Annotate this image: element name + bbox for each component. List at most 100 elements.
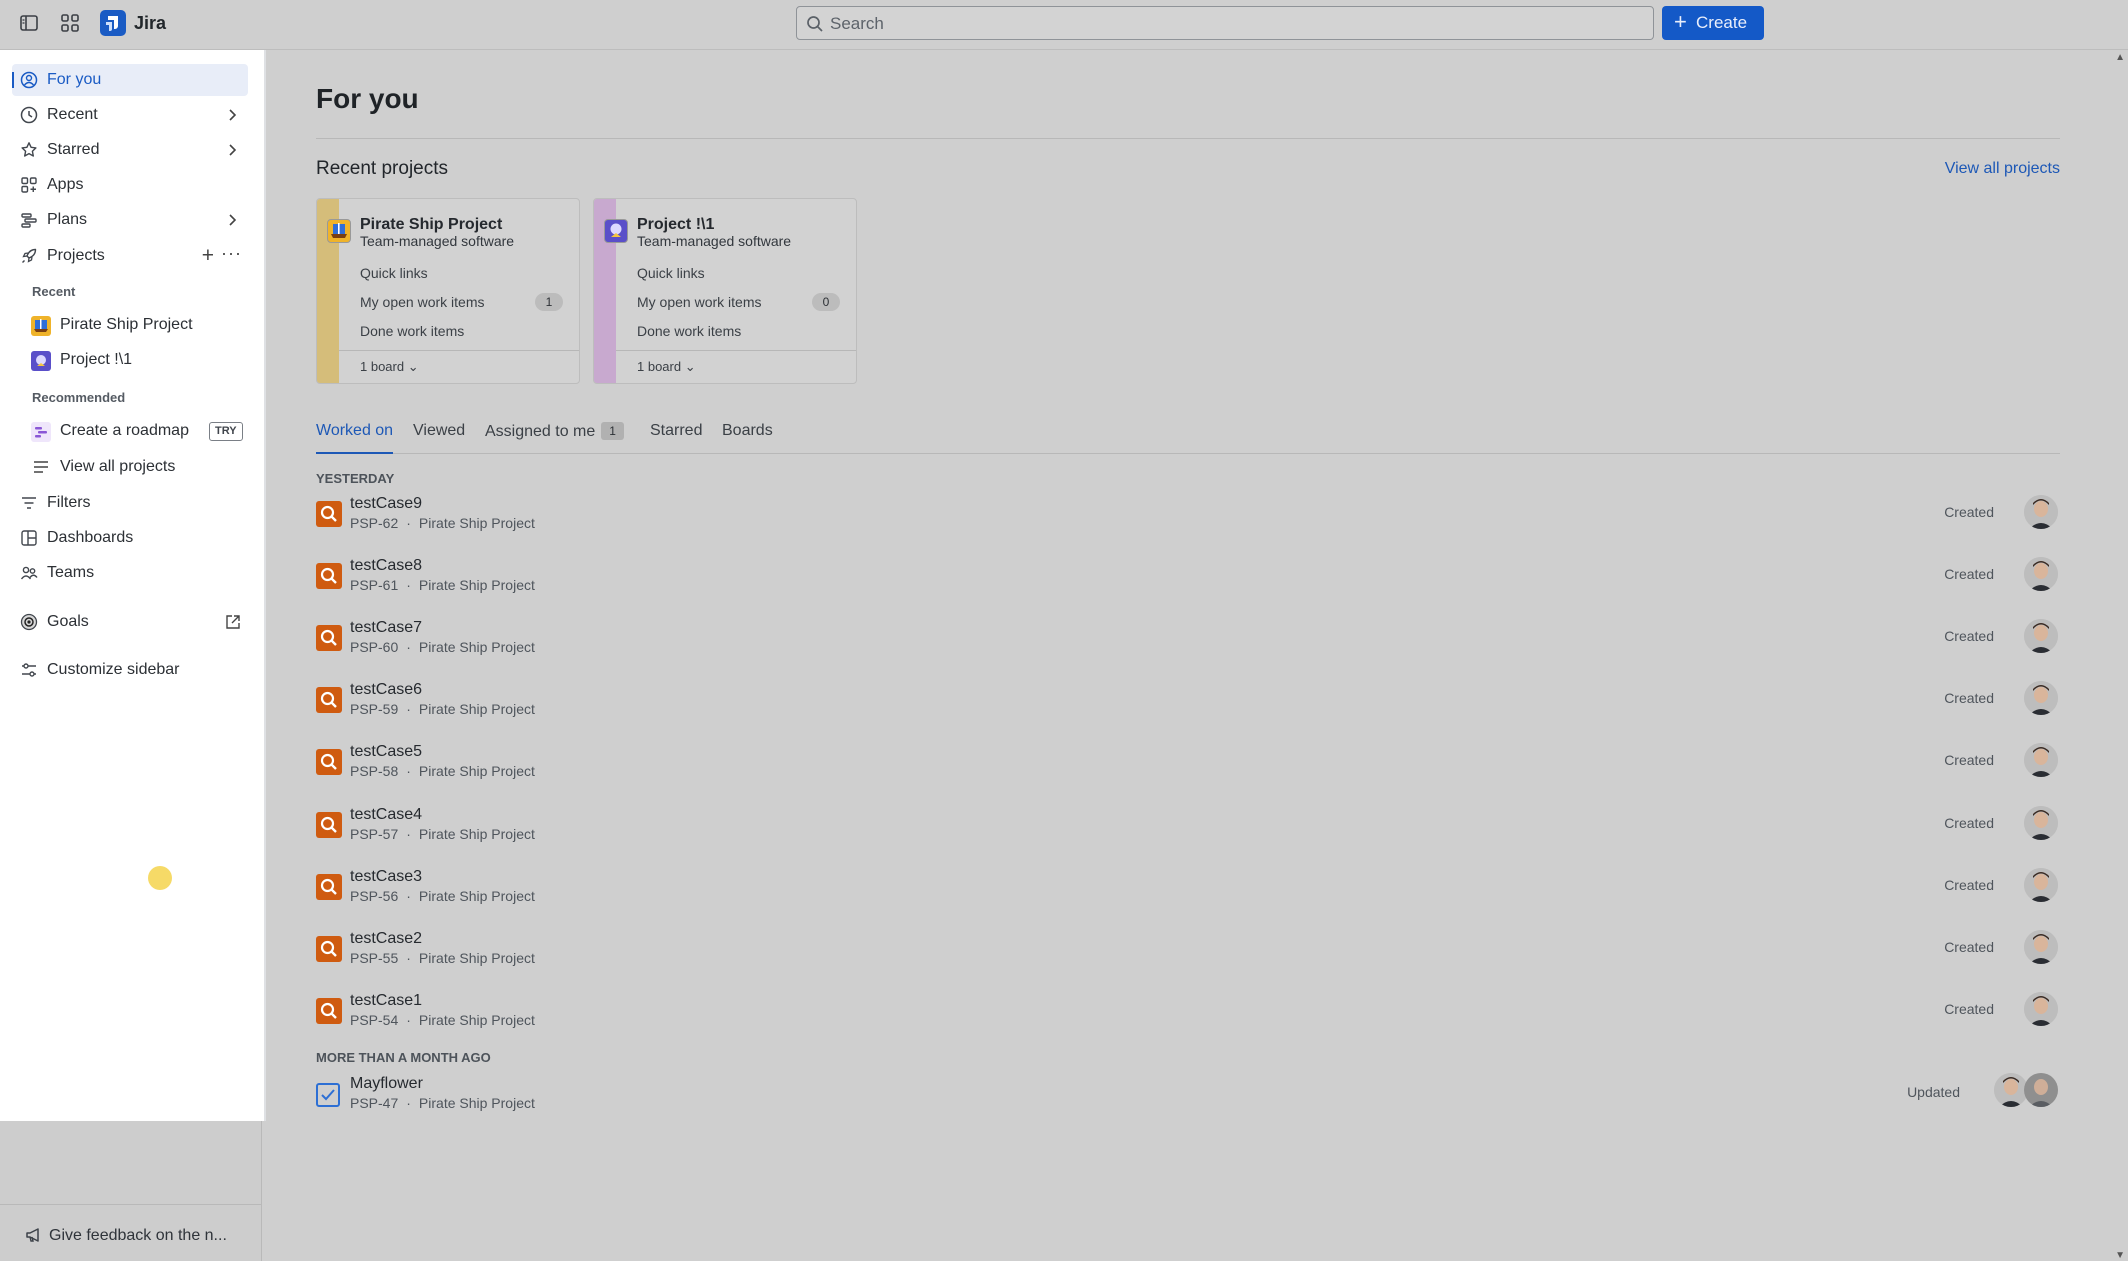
sidebar-item-goals[interactable]: Goals	[12, 606, 248, 638]
sidebar-item-plans[interactable]: Plans	[12, 204, 248, 236]
list-item[interactable]: testCase3 PSP-56 · Pirate Ship Project Creat…	[316, 864, 2060, 914]
sidebar-item-label: Dashboards	[47, 529, 134, 546]
list-item[interactable]: testCase5 PSP-58 · Pirate Ship Project Creat…	[316, 739, 2060, 789]
sidebar-create-roadmap[interactable]: Create a roadmap TRY	[24, 416, 248, 446]
sidebar-project-project-1[interactable]: Project !\1	[24, 345, 248, 375]
work-item-title[interactable]: Mayflower	[350, 1075, 423, 1093]
quick-links-heading: Quick links	[637, 265, 705, 281]
tab-starred[interactable]: Starred	[650, 422, 702, 454]
sidebar-item-label: Goals	[47, 613, 89, 630]
tab-viewed[interactable]: Viewed	[413, 422, 465, 454]
roadmap-icon	[31, 422, 51, 442]
open-items-count-badge: 1	[535, 293, 563, 311]
add-project-icon[interactable]: +	[202, 244, 214, 268]
tab-assigned-to-me[interactable]: Assigned to me 1	[485, 422, 624, 454]
task-checkbox-icon	[316, 1083, 340, 1107]
list-item[interactable]: testCase8 PSP-61 · Pirate Ship Project Creat…	[316, 553, 2060, 603]
my-open-work-items-link[interactable]: My open work items	[637, 294, 761, 310]
list-item[interactable]: testCase1 PSP-54 · Pirate Ship Project Creat…	[316, 988, 2060, 1038]
project-card-name[interactable]: Pirate Ship Project	[360, 216, 502, 234]
customize-sliders-icon	[20, 661, 38, 679]
sidebar-toggle-icon[interactable]	[18, 12, 40, 34]
sidebar-item-apps[interactable]: Apps	[12, 169, 248, 201]
scroll-down-arrow-icon[interactable]: ▼	[2115, 1250, 2125, 1261]
separator-dot: ·	[406, 825, 411, 842]
work-item-title[interactable]: testCase4	[350, 806, 422, 824]
done-work-items-link[interactable]: Done work items	[637, 323, 741, 339]
sidebar-item-projects[interactable]: Projects + ···	[12, 240, 248, 272]
give-feedback-button[interactable]: Give feedback on the n...	[0, 1204, 262, 1261]
boards-dropdown[interactable]: 1 board ⌄	[637, 359, 696, 375]
sidebar-item-filters[interactable]: Filters	[12, 487, 248, 519]
chevron-right-icon[interactable]	[224, 142, 240, 158]
separator-dot: ·	[406, 1095, 411, 1111]
list-item[interactable]: testCase4 PSP-57 · Pirate Ship Project Creat…	[316, 802, 2060, 852]
my-open-work-items-link[interactable]: My open work items	[360, 294, 484, 310]
work-item-key: PSP-55	[350, 949, 399, 966]
work-item-title[interactable]: testCase7	[350, 619, 422, 637]
user-circle-icon	[20, 71, 38, 89]
test-case-icon	[316, 501, 342, 527]
sidebar-item-recent[interactable]: Recent	[12, 99, 248, 131]
sidebar-item-label: Filters	[47, 494, 91, 511]
work-item-status: Created	[1944, 504, 1994, 520]
list-item[interactable]: Mayflower PSP-47 · Pirate Ship Project Upd…	[316, 1071, 2060, 1121]
list-item[interactable]: testCase6 PSP-59 · Pirate Ship Project Creat…	[316, 677, 2060, 727]
work-item-status: Created	[1944, 628, 1994, 645]
sidebar-item-for-you[interactable]: For you	[12, 64, 248, 96]
sidebar-item-starred[interactable]: Starred	[12, 134, 248, 166]
dashboard-icon	[20, 529, 38, 547]
work-item-title[interactable]: testCase8	[350, 557, 422, 575]
project-card-name[interactable]: Project !\1	[637, 216, 714, 234]
quick-links-heading: Quick links	[360, 265, 428, 281]
group-heading-yesterday: YESTERDAY	[316, 471, 395, 486]
work-item-project: Pirate Ship Project	[418, 577, 535, 594]
boards-dropdown[interactable]: 1 board ⌄	[360, 359, 419, 375]
sidebar-view-all-projects[interactable]: View all projects	[24, 452, 248, 482]
create-button[interactable]: + Create	[1662, 6, 1764, 40]
sidebar-item-dashboards[interactable]: Dashboards	[12, 522, 248, 554]
projects-recommended-heading: Recommended	[32, 390, 126, 405]
app-switcher-icon[interactable]	[59, 12, 81, 34]
work-item-status: Created	[1944, 1000, 1994, 1017]
filter-icon	[20, 494, 38, 512]
tab-assigned-label: Assigned to me	[485, 423, 596, 440]
work-item-title[interactable]: testCase6	[350, 681, 422, 699]
project-card-project-1[interactable]: Project !\1 Team-managed software Quick …	[593, 198, 857, 384]
top-navigation-bar: Jira Search + Create	[0, 0, 2128, 50]
separator-dot: ·	[406, 639, 411, 656]
work-item-status: Created	[1944, 690, 1994, 707]
sidebar-item-label: Plans	[47, 211, 88, 228]
pirate-ship-project-avatar	[31, 316, 51, 336]
work-item-title[interactable]: testCase2	[350, 930, 422, 948]
list-item[interactable]: testCase7 PSP-60 · Pirate Ship Project Creat…	[316, 615, 2060, 665]
more-actions-icon[interactable]: ···	[221, 243, 242, 264]
list-item[interactable]: testCase9 PSP-62 · Pirate Ship Project Creat…	[316, 491, 2060, 541]
search-placeholder: Search	[830, 14, 884, 33]
group-heading-older: MORE THAN A MONTH AGO	[316, 1050, 491, 1065]
view-all-projects-link[interactable]: View all projects	[1945, 160, 2060, 178]
tab-boards[interactable]: Boards	[722, 422, 773, 454]
work-item-title[interactable]: testCase3	[350, 868, 422, 886]
chevron-right-icon[interactable]	[224, 212, 240, 228]
test-case-icon	[316, 811, 342, 838]
sidebar-item-customize[interactable]: Customize sidebar	[12, 654, 248, 686]
chevron-right-icon[interactable]	[224, 107, 240, 123]
sidebar-item-teams[interactable]: Teams	[12, 557, 248, 589]
search-input[interactable]: Search	[796, 6, 1654, 40]
done-work-items-link[interactable]: Done work items	[360, 323, 464, 339]
sidebar-project-pirate-ship[interactable]: Pirate Ship Project	[24, 310, 248, 340]
work-item-title[interactable]: testCase5	[350, 743, 422, 761]
scroll-up-arrow-icon[interactable]: ▲	[2115, 52, 2125, 63]
tab-worked-on[interactable]: Worked on	[316, 422, 394, 454]
work-item-title[interactable]: testCase9	[350, 495, 422, 513]
avatar	[2024, 805, 2058, 840]
app-name[interactable]: Jira	[134, 13, 166, 34]
external-link-icon[interactable]	[224, 613, 242, 631]
list-item[interactable]: testCase2 PSP-55 · Pirate Ship Project Creat…	[316, 926, 2060, 976]
jira-logo-icon[interactable]	[100, 10, 126, 36]
project-card-pirate-ship[interactable]: Pirate Ship Project Team-managed softwar…	[316, 198, 580, 384]
separator-dot: ·	[406, 949, 411, 966]
sidebar-item-label: Customize sidebar	[47, 661, 180, 678]
work-item-title[interactable]: testCase1	[350, 992, 422, 1010]
